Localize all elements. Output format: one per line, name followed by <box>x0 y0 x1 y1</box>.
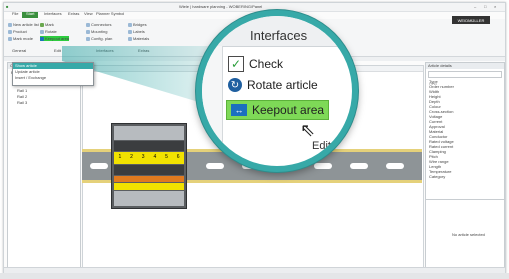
terminal-number: 6 <box>176 154 180 160</box>
labels-button[interactable]: Labels <box>128 29 149 34</box>
rail-slot <box>350 163 368 169</box>
tab-planner-symbol[interactable]: Planner Symbol <box>92 12 128 18</box>
zoom-magnifier: Interfaces ✓ Check ↻ Rotate article ↔ Ke… <box>196 10 358 172</box>
rotate-button[interactable]: Rotate <box>40 29 69 34</box>
ribbon-group-general: New article list Product Mark mode <box>8 22 39 41</box>
terminal-top-grey <box>114 126 184 140</box>
property-row[interactable]: Clamping <box>429 150 501 154</box>
group-label-general: General <box>12 48 27 53</box>
window-title: Wiele | hardware planning - WOBERING/Pan… <box>179 4 263 9</box>
tab-start[interactable]: Start <box>22 12 39 18</box>
ribbon-group-interfaces: Connectors Mounting Config. plan <box>86 22 112 41</box>
connectors-button[interactable]: Connectors <box>86 22 112 27</box>
keepout-area-button[interactable]: Keepout area <box>40 36 70 41</box>
new-article-list-button[interactable]: New article list <box>8 22 39 27</box>
tab-interfaces[interactable]: Interfaces <box>40 12 66 18</box>
tab-file[interactable]: File <box>8 12 22 18</box>
components-panel: Components view Project Bill of material… <box>7 62 81 269</box>
terminal-number: 2 <box>130 154 133 160</box>
brand-logo: WEIDMÜLLER <box>452 16 490 24</box>
terminal-marker-row: 1 2 3 4 5 6 <box>114 152 184 164</box>
rotate-icon: ↻ <box>228 78 242 92</box>
close-icon[interactable]: × <box>494 5 496 9</box>
zoom-header: Interfaces <box>250 28 308 43</box>
tree-item-rail-2[interactable]: Rail 2 <box>11 95 77 99</box>
mark-button[interactable]: Mark <box>40 22 69 27</box>
terminal-number: 1 <box>118 154 122 160</box>
terminal-block-assembly[interactable]: 1 2 3 4 5 6 <box>111 123 187 209</box>
check-icon: ✓ <box>228 56 244 72</box>
property-row[interactable]: Order number <box>429 85 501 89</box>
popup-item[interactable]: Insert / Exchange <box>13 75 93 81</box>
mark-mode-button[interactable]: Mark mode <box>8 36 39 41</box>
materials-button[interactable]: Materials <box>128 36 149 41</box>
rail-slot <box>90 163 108 169</box>
rotate-article-button[interactable]: ↻ Rotate article <box>228 78 318 92</box>
preview-label: No article selected <box>452 232 485 237</box>
terminal-number: 5 <box>165 154 168 160</box>
terminal-orange-row <box>114 176 184 182</box>
tree-item-rail-1[interactable]: Rail 1 <box>11 89 77 93</box>
terminal-dark-row <box>114 141 184 151</box>
property-list: Type Order number Width Height Depth Col… <box>426 80 504 179</box>
app-logo-icon: ■ <box>6 4 9 9</box>
article-details-header: Article details <box>426 63 504 69</box>
keepout-area-menu-item[interactable]: ↔ Keepout area <box>226 100 330 120</box>
ribbon-group-extras: Bridges Labels Materials <box>128 22 149 41</box>
keepout-icon: ↔ <box>231 104 247 116</box>
product-button[interactable]: Product <box>8 29 39 34</box>
ribbon-group-edit: Mark Rotate Keepout area <box>40 22 70 41</box>
bridges-button[interactable]: Bridges <box>128 22 149 27</box>
terminal-number: 3 <box>141 154 145 160</box>
zoom-left-strip <box>202 46 223 166</box>
terminal-dark-row <box>114 165 184 175</box>
rail-slot <box>386 163 404 169</box>
panel-divider <box>426 199 504 200</box>
mouse-cursor-icon: ⇖ <box>300 120 316 140</box>
terminal-bottom-grey <box>114 191 184 206</box>
mounting-button[interactable]: Mounting <box>86 29 112 34</box>
search-input[interactable]: Find <box>428 71 502 86</box>
screen-bottom-bar <box>0 273 509 279</box>
property-row[interactable]: Category <box>429 175 501 179</box>
tree-item-rail-3[interactable]: Rail 3 <box>11 101 77 105</box>
terminal-yellow-row <box>114 183 184 190</box>
property-row[interactable]: Height <box>429 95 501 99</box>
group-label-edit: Edit <box>54 48 61 53</box>
article-details-panel: Article details Find Type Order number W… <box>425 62 505 269</box>
check-button[interactable]: ✓ Check <box>228 56 283 72</box>
maximize-icon[interactable]: □ <box>484 5 486 9</box>
context-popup: Show article Update article Insert / Exc… <box>12 62 94 86</box>
config-plan-button[interactable]: Config. plan <box>86 36 112 41</box>
zoom-group-label: Edit <box>312 140 331 152</box>
terminal-number: 4 <box>153 154 157 160</box>
title-bar: ■ Wiele | hardware planning - WOBERING/P… <box>4 3 505 12</box>
minimize-icon[interactable]: – <box>474 5 476 9</box>
rail-slot <box>314 163 332 169</box>
